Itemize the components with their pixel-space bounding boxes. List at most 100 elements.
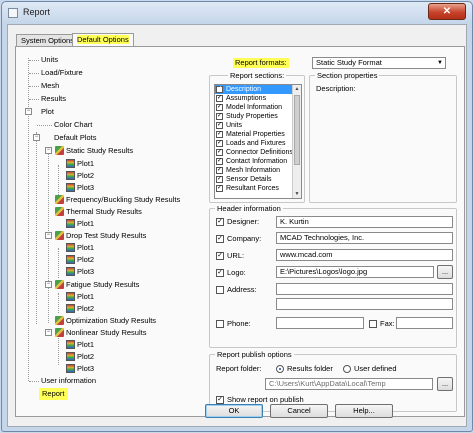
user-defined-radio[interactable] [343, 365, 351, 373]
tree-toggle-plot[interactable]: − [25, 108, 32, 115]
close-button[interactable]: ✕ [428, 3, 466, 20]
tree-toggle-fatigue[interactable]: − [45, 281, 52, 288]
tree-item-static-study[interactable]: Static Study Results [55, 146, 133, 156]
report-sections-scrollbar[interactable]: ▲ ▼ [292, 85, 301, 198]
scroll-up-icon[interactable]: ▲ [293, 85, 301, 93]
report-section-item[interactable]: ✓ Mesh Information [215, 166, 301, 175]
cancel-button[interactable]: Cancel [270, 404, 328, 418]
tree-item-fatigue-study[interactable]: Fatigue Study Results [55, 280, 139, 290]
report-section-item[interactable]: ✓ Sensor Details [215, 175, 301, 184]
report-folder-path-field[interactable]: C:\Users\Kurt\AppData\Local\Temp [265, 378, 433, 390]
designer-checkbox[interactable]: ✓ [216, 218, 224, 226]
tree-toggle-static[interactable]: − [45, 147, 52, 154]
tree-item-static-plot2[interactable]: Plot2 [66, 171, 94, 181]
tree-item-load-fixture[interactable]: Load/Fixture [41, 68, 83, 78]
report-section-item[interactable]: ✓ Description [215, 85, 301, 94]
phone-field[interactable] [276, 317, 364, 329]
company-field[interactable]: MCAD Technologies, Inc. [276, 232, 453, 244]
report-section-item[interactable]: ✓ Loads and Fixtures [215, 139, 301, 148]
logo-browse-button[interactable]: ... [437, 265, 453, 279]
title-bar: Report ✕ [2, 2, 472, 24]
address-line1-field[interactable] [276, 283, 453, 295]
tree-item-drop-plot1[interactable]: Plot1 [66, 243, 94, 253]
tab-default-options[interactable]: Default Options [72, 33, 134, 47]
report-section-checkbox[interactable]: ✓ [216, 122, 223, 129]
tree-toggle-default-plots[interactable]: − [33, 134, 40, 141]
tree-item-report[interactable]: Report [39, 388, 68, 400]
tree-item-fatigue-plot2[interactable]: Plot2 [66, 304, 94, 314]
report-section-item[interactable]: ✓ Resultant Forces [215, 184, 301, 193]
plot-icon [66, 219, 75, 228]
tree-item-static-plot3[interactable]: Plot3 [66, 183, 94, 193]
designer-field[interactable]: K. Kurtin [276, 216, 453, 228]
tree-item-nonlinear-plot2[interactable]: Plot2 [66, 352, 94, 362]
tree-item-plot[interactable]: Plot [41, 107, 54, 117]
tree-item-thermal-plot1[interactable]: Plot1 [66, 219, 94, 229]
tree-item-drop-plot2[interactable]: Plot2 [66, 255, 94, 265]
report-section-checkbox[interactable]: ✓ [216, 86, 223, 93]
report-section-item[interactable]: ✓ Material Properties [215, 130, 301, 139]
tree-item-static-plot1[interactable]: Plot1 [66, 159, 94, 169]
address-label: Address: [227, 285, 257, 294]
url-field[interactable]: www.mcad.com [276, 249, 453, 261]
report-sections-list[interactable]: ✓ Description ✓ Assumptions ✓ Model Informati… [214, 84, 302, 199]
tree-item-default-plots[interactable]: Default Plots [54, 133, 97, 143]
address-checkbox[interactable] [216, 286, 224, 294]
tree-item-fatigue-plot1[interactable]: Plot1 [66, 292, 94, 302]
results-folder-radio[interactable] [276, 365, 284, 373]
report-publish-options-caption: Report publish options [215, 350, 294, 359]
report-formats-select[interactable]: Static Study Format ▼ [312, 57, 446, 69]
tree-item-user-information[interactable]: User information [41, 376, 96, 386]
report-section-checkbox[interactable]: ✓ [216, 113, 223, 120]
report-section-checkbox[interactable]: ✓ [216, 140, 223, 147]
report-section-checkbox[interactable]: ✓ [216, 104, 223, 111]
report-section-checkbox[interactable]: ✓ [216, 185, 223, 192]
report-section-item[interactable]: ✓ Study Properties [215, 112, 301, 121]
logo-path-field[interactable]: E:\Pictures\Logos\logo.jpg [276, 266, 434, 278]
report-section-checkbox[interactable]: ✓ [216, 158, 223, 165]
tree-toggle-drop-test[interactable]: − [45, 232, 52, 239]
tree-item-optimization-study[interactable]: Optimization Study Results [55, 316, 156, 326]
fax-field[interactable] [396, 317, 453, 329]
tree-item-results[interactable]: Results [41, 94, 66, 104]
tree-item-nonlinear-plot3[interactable]: Plot3 [66, 364, 94, 374]
tree-item-nonlinear-plot1[interactable]: Plot1 [66, 340, 94, 350]
fax-checkbox[interactable] [369, 320, 377, 328]
report-section-item[interactable]: ✓ Units [215, 121, 301, 130]
report-formats-value: Static Study Format [316, 58, 382, 67]
plot-icon [66, 267, 75, 276]
report-section-checkbox[interactable]: ✓ [216, 176, 223, 183]
report-section-checkbox[interactable]: ✓ [216, 95, 223, 102]
phone-checkbox[interactable] [216, 320, 224, 328]
tree-item-frequency-study[interactable]: Frequency/Buckling Study Results [55, 195, 180, 205]
show-report-on-publish-checkbox[interactable]: ✓ [216, 396, 224, 404]
logo-checkbox[interactable]: ✓ [216, 269, 224, 277]
help-button[interactable]: Help... [335, 404, 393, 418]
url-label: URL: [227, 251, 245, 260]
report-section-item[interactable]: ✓ Model Information [215, 103, 301, 112]
url-checkbox[interactable]: ✓ [216, 252, 224, 260]
report-section-checkbox[interactable]: ✓ [216, 131, 223, 138]
tree-toggle-nonlinear[interactable]: − [45, 329, 52, 336]
report-section-item[interactable]: ✓ Contact Information [215, 157, 301, 166]
address-line2-field[interactable] [276, 298, 453, 310]
tree-item-mesh[interactable]: Mesh [41, 81, 59, 91]
tree-item-color-chart[interactable]: Color Chart [54, 120, 92, 130]
tree-item-units[interactable]: Units [41, 55, 58, 65]
report-section-item[interactable]: ✓ Connector Definitions [215, 148, 301, 157]
company-checkbox[interactable]: ✓ [216, 235, 224, 243]
report-folder-browse-button[interactable]: ... [437, 377, 453, 391]
scroll-thumb[interactable] [294, 95, 300, 165]
report-section-item[interactable]: ✓ Assumptions [215, 94, 301, 103]
tree-item-nonlinear-study[interactable]: Nonlinear Study Results [55, 328, 146, 338]
report-sections-group: Report sections: ✓ Description ✓ Assumption… [209, 71, 305, 203]
tree-item-drop-test-study[interactable]: Drop Test Study Results [55, 231, 146, 241]
report-section-label: Material Properties [226, 131, 285, 138]
dialog-client-area: System Options Default Options Units Loa… [7, 24, 467, 427]
scroll-down-icon[interactable]: ▼ [293, 190, 301, 198]
tree-item-drop-plot3[interactable]: Plot3 [66, 267, 94, 277]
ok-button[interactable]: OK [205, 404, 263, 418]
report-section-checkbox[interactable]: ✓ [216, 149, 223, 156]
report-section-checkbox[interactable]: ✓ [216, 167, 223, 174]
tree-item-thermal-study[interactable]: Thermal Study Results [55, 207, 142, 217]
